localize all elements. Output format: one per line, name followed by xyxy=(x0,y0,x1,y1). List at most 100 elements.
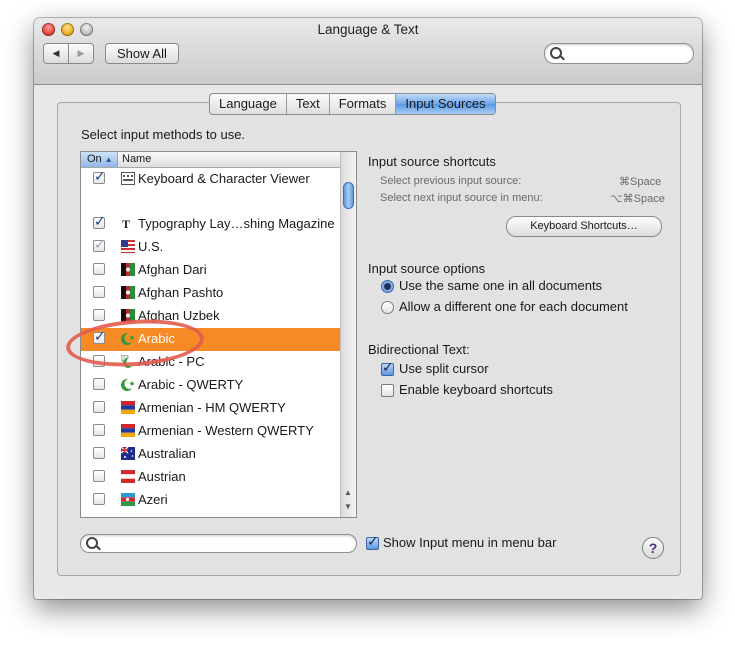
tab-language[interactable]: Language xyxy=(210,94,287,114)
options-title: Input source options xyxy=(368,261,486,276)
enable-checkbox[interactable] xyxy=(93,236,106,253)
list-header: On ▲ Name xyxy=(81,152,340,168)
window-title: Language & Text xyxy=(317,22,419,37)
same-source-radio[interactable] xyxy=(381,280,394,293)
enable-checkbox[interactable] xyxy=(93,213,106,230)
enable-checkbox[interactable] xyxy=(93,355,105,367)
same-source-label: Use the same one in all documents xyxy=(399,278,603,293)
keyboard-shortcuts-label: Enable keyboard shortcuts xyxy=(399,382,553,397)
list-item-label: Australian xyxy=(138,446,196,461)
austria-flag-icon xyxy=(121,470,135,483)
list-item-label: Afghan Pashto xyxy=(138,285,224,300)
list-item-label: Armenian - HM QWERTY xyxy=(138,400,286,415)
list-item-label: Afghan Dari xyxy=(138,262,207,277)
tab-text[interactable]: Text xyxy=(287,94,330,114)
list-item[interactable]: Afghan Pashto xyxy=(81,282,340,305)
keyboard-shortcuts-checkbox[interactable] xyxy=(381,384,394,397)
svg-text:T: T xyxy=(122,217,130,230)
scroll-up-icon[interactable]: ▲ xyxy=(344,488,352,497)
list-item-label: Azeri xyxy=(138,492,168,507)
list-item[interactable]: Arabic - PC xyxy=(81,351,340,374)
show-input-menu-label: Show Input menu in menu bar xyxy=(383,535,557,550)
show-input-menu-checkbox[interactable] xyxy=(366,533,379,550)
armenia-flag-icon xyxy=(121,424,135,437)
keyboard-shortcuts-button[interactable]: Keyboard Shortcuts… xyxy=(506,216,662,237)
prev-source-label: Select previous input source: xyxy=(380,175,522,187)
enable-checkbox[interactable] xyxy=(93,328,106,345)
enable-checkbox[interactable] xyxy=(93,424,105,436)
forward-button[interactable]: ▶ xyxy=(69,43,94,64)
azerbaijan-flag-icon xyxy=(121,493,135,506)
tab-input-sources[interactable]: Input Sources xyxy=(396,94,495,114)
show-all-button[interactable]: Show All xyxy=(105,43,179,64)
enable-checkbox[interactable] xyxy=(93,263,105,275)
list-scrollbar[interactable]: ▲ ▼ xyxy=(340,152,356,517)
back-arrow-icon: ◀ xyxy=(52,48,60,58)
afghanistan-flag-icon xyxy=(121,309,135,322)
split-cursor-checkbox[interactable] xyxy=(381,359,394,376)
enable-checkbox[interactable] xyxy=(93,447,105,459)
nav-buttons: ◀ ▶ xyxy=(43,43,94,64)
list-item-label: Keyboard & Character Viewer xyxy=(138,171,310,186)
list-item-label: U.S. xyxy=(138,239,164,254)
tab-bar: Language Text Formats Input Sources xyxy=(209,93,496,115)
crescent-pc-icon xyxy=(121,355,135,368)
column-header-name[interactable]: Name xyxy=(122,152,151,167)
list-item-label: Arabic xyxy=(138,331,175,346)
preferences-search-input[interactable] xyxy=(544,43,694,64)
enable-checkbox[interactable] xyxy=(93,286,105,298)
title-bar: Language & Text ◀ ▶ Show All xyxy=(34,18,702,85)
list-item[interactable]: Arabic - QWERTY xyxy=(81,374,340,397)
list-item-label: Afghan Uzbek xyxy=(138,308,220,323)
crescent-icon xyxy=(121,379,135,391)
list-item[interactable]: T Typography Lay…shing Magazine xyxy=(81,213,340,236)
enable-checkbox[interactable] xyxy=(93,401,105,413)
sort-ascending-icon: ▲ xyxy=(104,155,113,164)
input-source-search-input[interactable] xyxy=(80,534,357,553)
afghanistan-flag-icon xyxy=(121,263,135,276)
next-source-key: ⌥⌘Space xyxy=(610,193,665,205)
list-item[interactable]: Austrian xyxy=(81,466,340,489)
help-button[interactable]: ? xyxy=(642,537,664,559)
list-item[interactable]: Afghan Dari xyxy=(81,259,340,282)
next-source-label: Select next input source in menu: xyxy=(380,192,543,204)
typography-icon: T xyxy=(122,217,130,230)
list-item-label: Austrian xyxy=(138,469,186,484)
list-item-label: Armenian - Western QWERTY xyxy=(138,423,314,438)
enable-checkbox[interactable] xyxy=(93,168,106,185)
scroll-down-icon[interactable]: ▼ xyxy=(344,502,352,511)
list-item[interactable]: Australian xyxy=(81,443,340,466)
us-flag-icon xyxy=(121,240,135,253)
input-methods-heading: Select input methods to use. xyxy=(81,127,246,142)
enable-checkbox[interactable] xyxy=(93,378,105,390)
prev-source-key: ⌘Space xyxy=(619,176,662,188)
column-header-on[interactable]: On ▲ xyxy=(81,152,118,167)
search-icon xyxy=(86,537,98,549)
afghanistan-flag-icon xyxy=(121,286,135,299)
crescent-icon xyxy=(121,333,135,345)
different-source-label: Allow a different one for each document xyxy=(399,299,628,314)
forward-arrow-icon: ▶ xyxy=(77,48,85,58)
different-source-radio[interactable] xyxy=(381,301,394,314)
shortcuts-title: Input source shortcuts xyxy=(368,154,496,169)
tab-formats[interactable]: Formats xyxy=(330,94,397,114)
search-icon xyxy=(550,47,562,59)
list-item[interactable]: Arabic xyxy=(81,328,340,351)
australia-flag-icon xyxy=(121,447,135,460)
scrollbar-thumb[interactable] xyxy=(343,182,354,209)
list-item-label: Typography Lay…shing Magazine xyxy=(138,216,335,231)
list-item[interactable]: U.S. xyxy=(81,236,340,259)
list-item[interactable]: Keyboard & Character Viewer xyxy=(81,168,340,191)
bidi-title: Bidirectional Text: xyxy=(368,342,470,357)
enable-checkbox[interactable] xyxy=(93,470,105,482)
enable-checkbox[interactable] xyxy=(93,493,105,505)
list-item-label: Arabic - QWERTY xyxy=(138,377,244,392)
armenia-flag-icon xyxy=(121,401,135,414)
input-methods-list[interactable]: On▲ Name Keyboard & Character Viewer T Typ… xyxy=(80,151,357,518)
list-item[interactable]: Afghan Uzbek xyxy=(81,305,340,328)
list-item[interactable]: Armenian - Western QWERTY xyxy=(81,420,340,443)
list-item[interactable]: Armenian - HM QWERTY xyxy=(81,397,340,420)
list-item[interactable]: Azeri xyxy=(81,489,340,512)
enable-checkbox[interactable] xyxy=(93,309,105,321)
back-button[interactable]: ◀ xyxy=(43,43,69,64)
